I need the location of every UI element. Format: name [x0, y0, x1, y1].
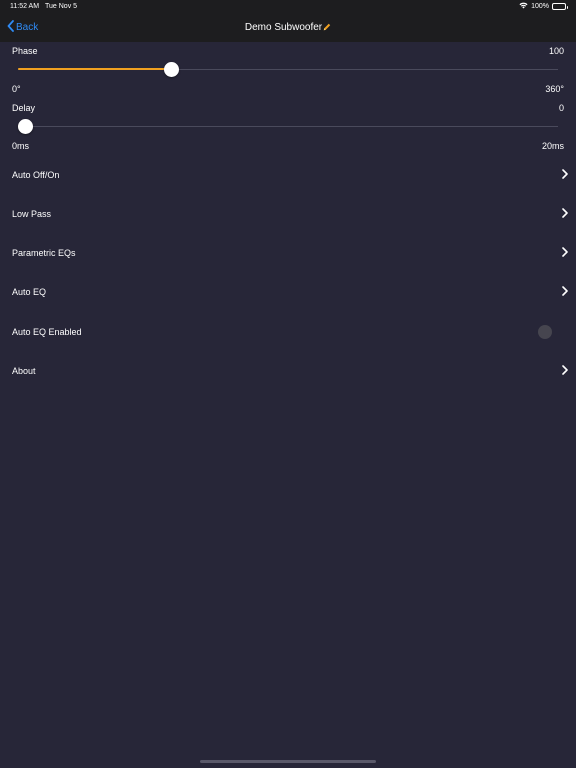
row-about[interactable]: About — [0, 351, 576, 390]
status-indicators: 100% — [519, 2, 568, 11]
phase-slider-fill — [18, 68, 172, 70]
pencil-icon[interactable] — [323, 23, 331, 34]
delay-max-label: 20ms — [541, 141, 564, 151]
row-auto-off-on[interactable]: Auto Off/On — [0, 155, 576, 194]
home-indicator[interactable] — [200, 760, 376, 763]
row-auto-eq-enabled: Auto EQ Enabled — [0, 312, 576, 351]
row-parametric-eqs[interactable]: Parametric EQs — [0, 233, 576, 272]
row-label: Auto EQ — [12, 286, 47, 297]
battery-icon — [552, 3, 568, 10]
navigation-bar: Back Demo Subwoofer — [0, 14, 576, 42]
delay-value: 0 — [558, 103, 564, 113]
phase-label: Phase — [12, 46, 38, 56]
page-title: Demo Subwoofer — [0, 22, 576, 34]
status-time: 11:52 AM — [10, 3, 40, 10]
chevron-right-icon — [562, 244, 568, 262]
row-low-pass[interactable]: Low Pass — [0, 194, 576, 233]
chevron-right-icon — [562, 205, 568, 223]
chevron-right-icon — [562, 362, 568, 380]
chevron-right-icon — [562, 166, 568, 184]
delay-slider-track[interactable] — [18, 126, 558, 127]
delay-slider-thumb[interactable] — [18, 118, 33, 134]
phase-min-label: 0° — [12, 84, 21, 94]
chevron-right-icon — [562, 283, 568, 301]
delay-min-label: 0ms — [12, 141, 30, 151]
row-label: Low Pass — [12, 208, 52, 219]
phase-value: 100 — [548, 46, 564, 56]
auto-eq-enabled-toggle[interactable] — [538, 324, 552, 339]
row-label: About — [12, 365, 36, 376]
phase-max-label: 360° — [545, 84, 564, 94]
row-label: Auto EQ Enabled — [12, 326, 82, 337]
status-bar: 11:52 AM Tue Nov 5 100% — [0, 0, 576, 14]
battery-percentage: 100% — [531, 3, 549, 10]
phase-slider-thumb[interactable] — [163, 61, 179, 77]
delay-label: Delay — [12, 103, 36, 113]
row-label: Parametric EQs — [12, 247, 76, 258]
row-auto-eq[interactable]: Auto EQ — [0, 272, 576, 311]
status-date: Tue Nov 5 — [45, 3, 78, 10]
row-label: Auto Off/On — [12, 169, 60, 180]
wifi-icon — [519, 2, 528, 11]
page-title-text: Demo Subwoofer — [244, 22, 323, 33]
